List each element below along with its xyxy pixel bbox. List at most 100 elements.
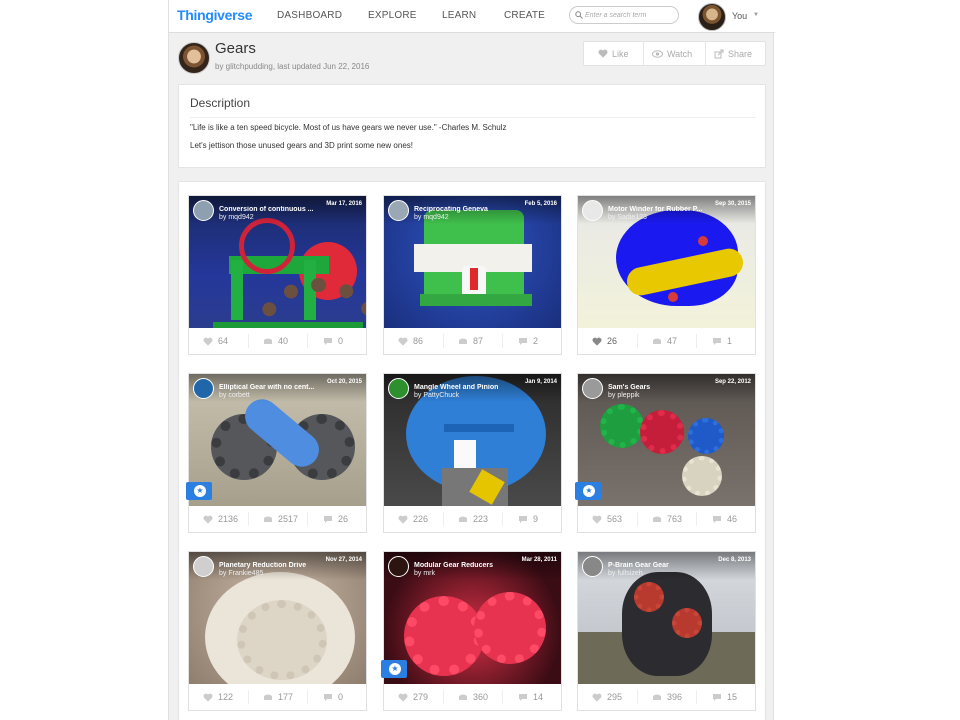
- thing-card[interactable]: Reciprocating Geneva by mqd942 Feb 5, 20…: [383, 195, 562, 355]
- thing-title[interactable]: Modular Gear Reducers: [414, 562, 514, 569]
- thing-date: Feb 5, 2016: [524, 201, 557, 207]
- like-stat[interactable]: 226: [398, 514, 428, 524]
- comment-stat[interactable]: 2: [518, 336, 538, 346]
- thing-title[interactable]: P-Brain Gear Gear: [608, 562, 708, 569]
- thing-author[interactable]: by mqd942: [414, 214, 449, 221]
- nav-learn[interactable]: LEARN: [442, 10, 476, 21]
- comment-icon: [713, 693, 721, 701]
- collect-count: 223: [473, 514, 489, 524]
- thing-author[interactable]: by Sadie123: [608, 214, 647, 221]
- author-avatar[interactable]: [193, 556, 214, 577]
- thing-card[interactable]: Modular Gear Reducers by mrk Mar 28, 201…: [381, 551, 562, 711]
- thing-thumbnail[interactable]: Motor Winder for Rubber P... by Sadie123…: [578, 196, 755, 328]
- divider: [637, 334, 638, 348]
- thing-stats: 64 40 0: [189, 328, 366, 354]
- nav-explore[interactable]: EXPLORE: [368, 10, 417, 21]
- author-avatar[interactable]: [388, 556, 409, 577]
- search-icon: [575, 11, 583, 19]
- thing-card[interactable]: Elliptical Gear with no cent... by corbe…: [186, 373, 367, 533]
- comment-stat[interactable]: 0: [323, 692, 343, 702]
- thing-card[interactable]: Planetary Reduction Drive by Frankie485 …: [188, 551, 367, 711]
- collect-stat[interactable]: 763: [652, 514, 682, 524]
- author-avatar[interactable]: [582, 200, 603, 221]
- like-stat[interactable]: 563: [592, 514, 622, 524]
- comment-stat[interactable]: 1: [712, 336, 732, 346]
- like-stat[interactable]: 122: [203, 692, 233, 702]
- collect-stat[interactable]: 223: [458, 514, 488, 524]
- star-icon: ★: [583, 485, 595, 497]
- comment-stat[interactable]: 46: [712, 514, 737, 524]
- collect-stat[interactable]: 2517: [263, 514, 298, 524]
- like-label: Like: [612, 48, 629, 59]
- divider: [443, 690, 444, 704]
- thing-thumbnail[interactable]: Mangle Wheel and Pinion by PattyChuck Ja…: [384, 374, 561, 506]
- thing-thumbnail[interactable]: Sam's Gears by pleppik Sep 22, 2012: [578, 374, 755, 506]
- thing-author[interactable]: by Frankie485: [219, 570, 263, 577]
- thing-author[interactable]: by corbett: [219, 392, 250, 399]
- like-count: 2136: [218, 514, 239, 524]
- like-stat[interactable]: 295: [592, 692, 622, 702]
- thing-title[interactable]: Motor Winder for Rubber P...: [608, 206, 708, 213]
- author-avatar[interactable]: [193, 200, 214, 221]
- collect-stat[interactable]: 177: [263, 692, 293, 702]
- nav-dashboard[interactable]: DASHBOARD: [277, 10, 342, 21]
- search-box[interactable]: [569, 6, 679, 24]
- collect-stat[interactable]: 47: [652, 336, 677, 346]
- comment-stat[interactable]: 26: [323, 514, 348, 524]
- collect-stat[interactable]: 360: [458, 692, 488, 702]
- thing-thumbnail[interactable]: Elliptical Gear with no cent... by corbe…: [189, 374, 366, 506]
- watch-button[interactable]: Watch: [652, 42, 692, 65]
- author-avatar[interactable]: [388, 200, 409, 221]
- thing-title[interactable]: Mangle Wheel and Pinion: [414, 384, 514, 391]
- author-avatar[interactable]: [582, 556, 603, 577]
- collect-count: 40: [278, 336, 289, 346]
- comment-stat[interactable]: 14: [518, 692, 543, 702]
- thing-author[interactable]: by mqd942: [219, 214, 254, 221]
- comment-stat[interactable]: 0: [323, 336, 343, 346]
- search-input[interactable]: [585, 9, 675, 22]
- like-stat[interactable]: 64: [203, 336, 228, 346]
- thing-card[interactable]: Mangle Wheel and Pinion by PattyChuck Ja…: [383, 373, 562, 533]
- creator-avatar[interactable]: [178, 42, 210, 74]
- comment-stat[interactable]: 15: [712, 692, 737, 702]
- like-stat[interactable]: 26: [592, 336, 617, 346]
- thing-author[interactable]: by fullsizeh: [608, 570, 643, 577]
- thing-card[interactable]: P-Brain Gear Gear by fullsizeh Dec 8, 20…: [577, 551, 756, 711]
- thing-title[interactable]: Conversion of continuous ...: [219, 206, 319, 213]
- author-avatar[interactable]: [193, 378, 214, 399]
- thing-title[interactable]: Planetary Reduction Drive: [219, 562, 319, 569]
- like-stat[interactable]: 86: [398, 336, 423, 346]
- like-stat[interactable]: 2136: [203, 514, 238, 524]
- comment-stat[interactable]: 9: [518, 514, 538, 524]
- thing-thumbnail[interactable]: P-Brain Gear Gear by fullsizeh Dec 8, 20…: [578, 552, 755, 684]
- collect-stat[interactable]: 396: [652, 692, 682, 702]
- things-grid: Conversion of continuous ... by mqd942 M…: [178, 181, 766, 720]
- share-button[interactable]: Share: [714, 42, 752, 65]
- thing-thumbnail[interactable]: Conversion of continuous ... by mqd942 M…: [189, 196, 366, 328]
- nav-create[interactable]: CREATE: [504, 10, 545, 21]
- thing-author[interactable]: by pleppik: [608, 392, 640, 399]
- description-panel: Description "Life is like a ten speed bi…: [178, 84, 766, 168]
- thing-card[interactable]: Sam's Gears by pleppik Sep 22, 2012 ★ 56…: [575, 373, 756, 533]
- thing-thumbnail[interactable]: Modular Gear Reducers by mrk Mar 28, 201…: [384, 552, 561, 684]
- thing-author[interactable]: by mrk: [414, 570, 435, 577]
- thing-thumbnail[interactable]: Reciprocating Geneva by mqd942 Feb 5, 20…: [384, 196, 561, 328]
- thing-title[interactable]: Sam's Gears: [608, 384, 708, 391]
- thing-thumbnail[interactable]: Planetary Reduction Drive by Frankie485 …: [189, 552, 366, 684]
- collect-stat[interactable]: 40: [263, 336, 288, 346]
- author-avatar[interactable]: [582, 378, 603, 399]
- comment-icon: [519, 515, 527, 523]
- chevron-down-icon[interactable]: ▼: [753, 12, 759, 18]
- user-menu-label[interactable]: You: [732, 11, 747, 21]
- thing-title[interactable]: Elliptical Gear with no cent...: [219, 384, 319, 391]
- thing-card[interactable]: Motor Winder for Rubber P... by Sadie123…: [577, 195, 756, 355]
- thing-author[interactable]: by PattyChuck: [414, 392, 459, 399]
- collect-stat[interactable]: 87: [458, 336, 483, 346]
- user-avatar[interactable]: [698, 3, 726, 31]
- thing-card[interactable]: Conversion of continuous ... by mqd942 M…: [188, 195, 367, 355]
- like-stat[interactable]: 279: [398, 692, 428, 702]
- thing-title[interactable]: Reciprocating Geneva: [414, 206, 514, 213]
- author-avatar[interactable]: [388, 378, 409, 399]
- like-button[interactable]: Like: [598, 42, 629, 65]
- thingiverse-logo[interactable]: Thingiverse: [177, 7, 253, 23]
